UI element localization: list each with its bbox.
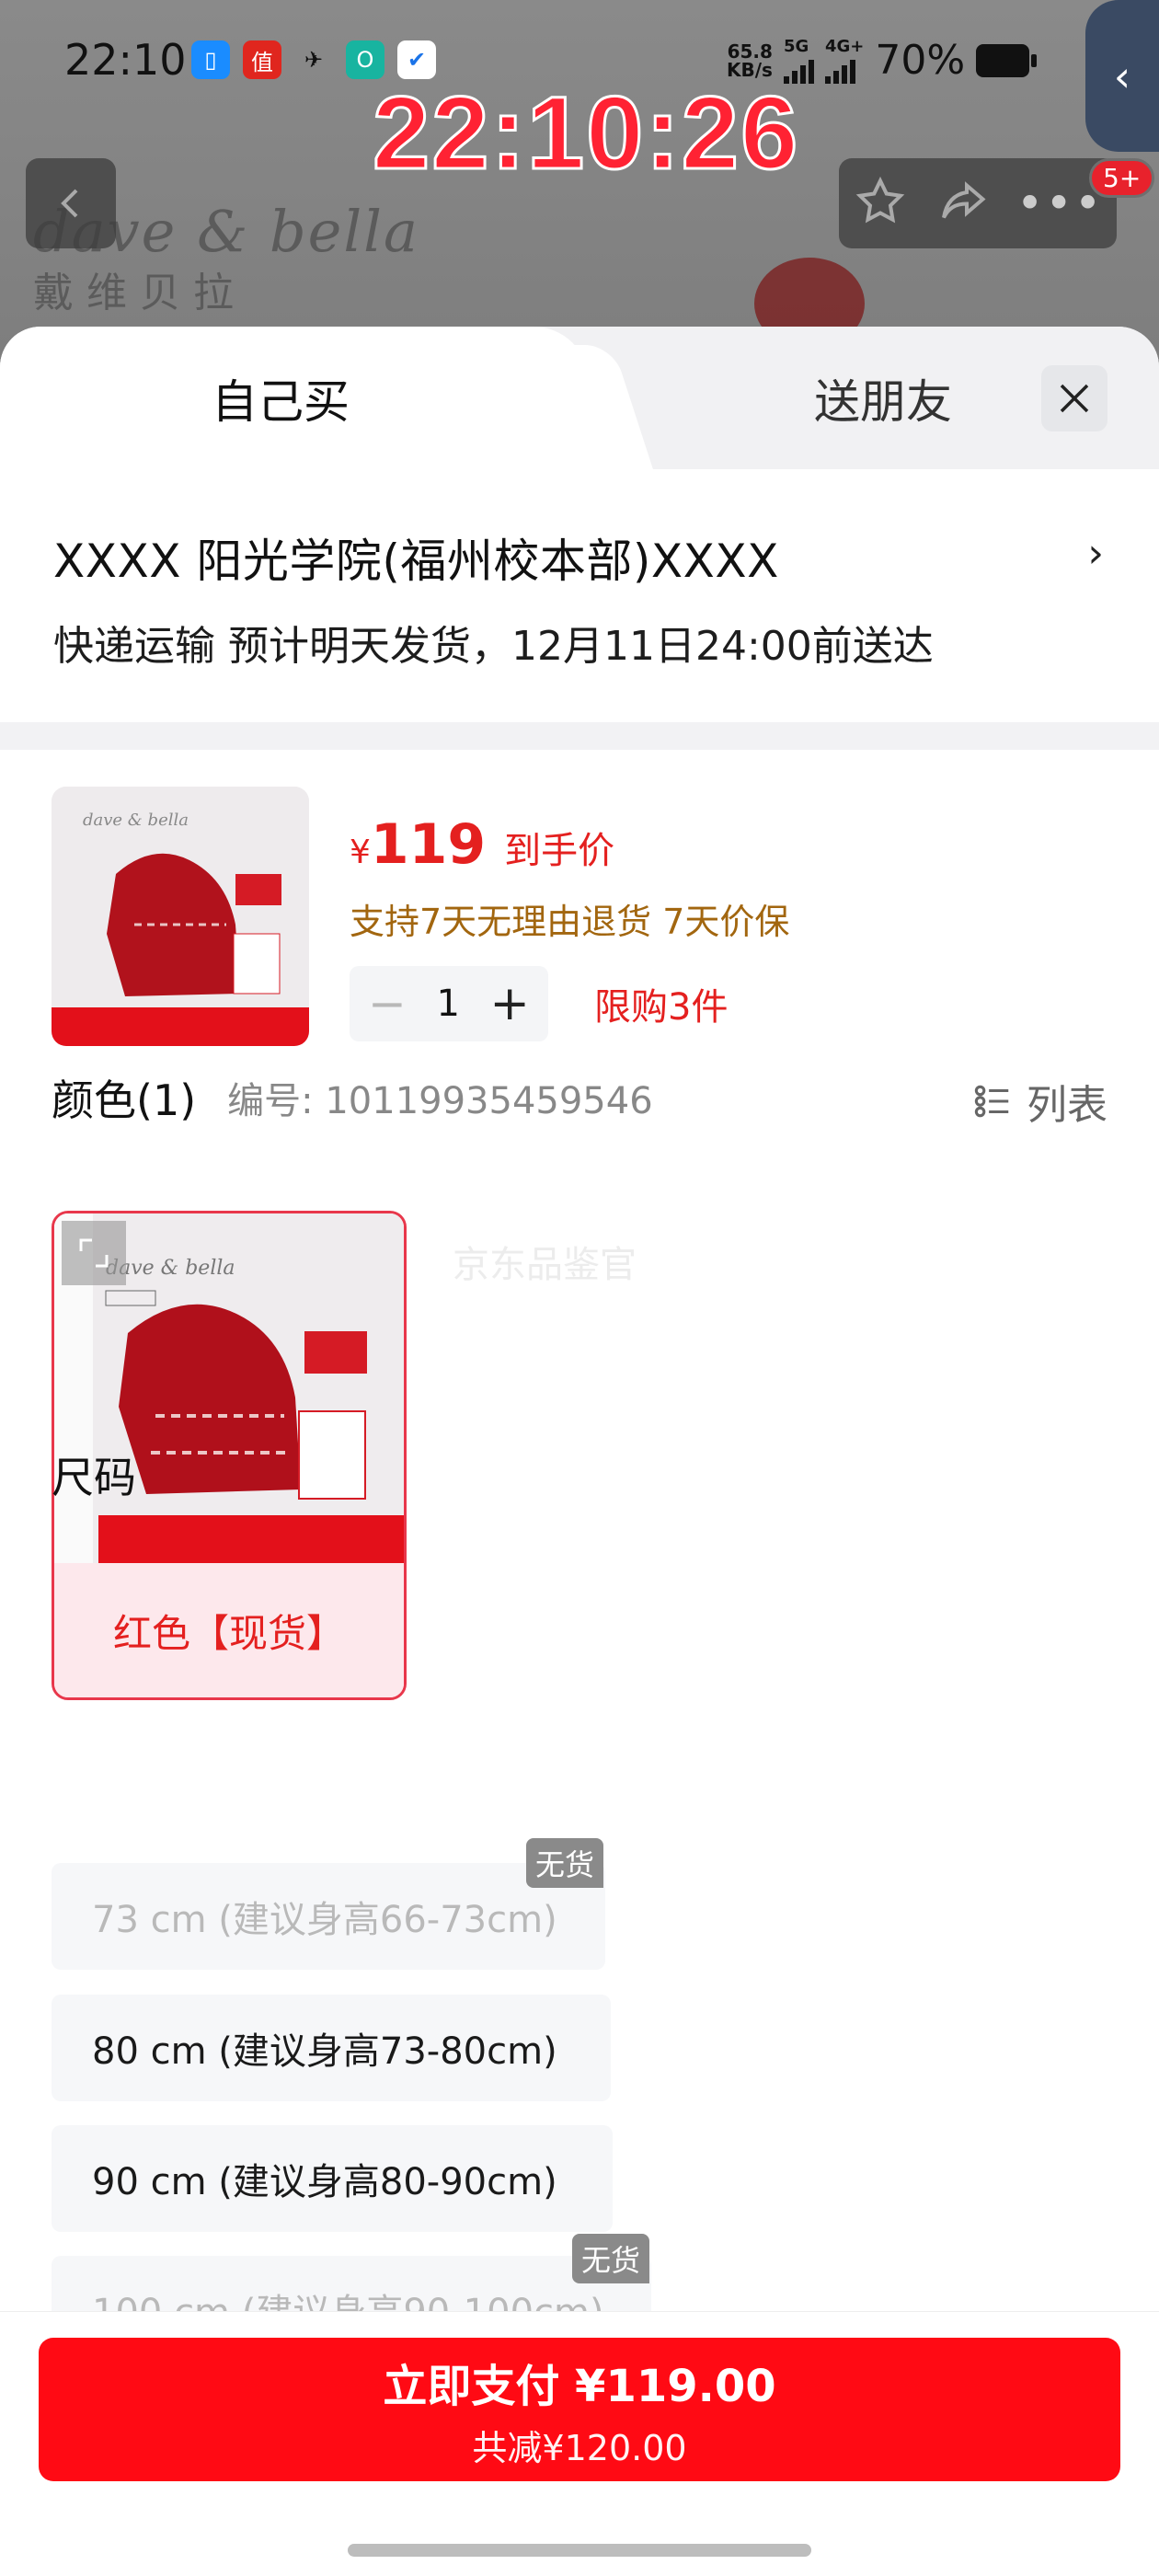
signal-bars-icon: [824, 56, 855, 84]
floating-panel-handle[interactable]: ‹: [1085, 0, 1159, 152]
tab-gift-to-friend-label: 送朋友: [814, 374, 952, 429]
sku-number: 编号: 10119935459546: [227, 1079, 653, 1122]
size-option-90[interactable]: 90 cm (建议身高80-90cm): [52, 2125, 613, 2232]
signal-4g: 4G+: [824, 37, 865, 84]
notification-app-icon: ▯: [191, 40, 230, 79]
size-title: 尺码: [52, 1453, 136, 1502]
battery-icon: [976, 43, 1038, 77]
price-value: 119: [370, 812, 487, 877]
signal-5g-label: 5G: [783, 37, 809, 56]
minus-icon[interactable]: −: [368, 977, 407, 1030]
pay-now-button[interactable]: 立即支付 ¥119.00 共减¥120.00: [39, 2338, 1120, 2481]
size-option-label: 80 cm (建议身高73-80cm): [92, 2030, 557, 2073]
guarantee-text: 支持7天无理由退货 7天价保: [350, 902, 790, 942]
purchase-tabs: 自己买 送朋友: [0, 327, 1159, 469]
watermark-text: 京东品鉴官: [453, 1244, 637, 1286]
status-time: 22:10: [64, 35, 187, 85]
svg-text:dave & bella: dave & bella: [83, 811, 189, 830]
message-count-badge: 5+: [1089, 158, 1155, 198]
size-option-73[interactable]: 73 cm (建议身高66-73cm): [52, 1863, 605, 1970]
close-button[interactable]: [1041, 365, 1107, 431]
out-of-stock-badge: 无货: [526, 1838, 604, 1888]
total-discount: 共减¥120.00: [472, 2427, 687, 2468]
purchase-limit: 限购3件: [594, 986, 729, 1029]
tab-gift-to-friend[interactable]: 送朋友: [699, 327, 1067, 469]
back-arrow-icon: [61, 189, 78, 218]
signal-4g-label: 4G+: [824, 37, 865, 56]
size-option-80[interactable]: 80 cm (建议身高73-80cm): [52, 1995, 611, 2101]
out-of-stock-badge: 无货: [572, 2234, 650, 2283]
tab-buy-for-self-label: 自己买: [212, 374, 350, 429]
purchase-sheet: 自己买 送朋友 XXXX 阳光学院(福州校本部)XXXX › 快递运输 预计明天…: [0, 327, 1159, 2576]
color-title: 颜色(1): [52, 1075, 197, 1125]
color-header: 颜色(1) 编号: 10119935459546 列表: [0, 1026, 1159, 1130]
color-options: dave & bella 红色【现货】 京东品鉴官: [0, 1122, 1159, 1700]
expand-icon[interactable]: [62, 1221, 126, 1285]
net-speed-value: 65.8: [727, 40, 773, 63]
size-option-label: 90 cm (建议身高80-90cm): [92, 2161, 557, 2203]
share-icon[interactable]: [935, 174, 990, 233]
address-text: XXXX 阳光学院(福州校本部)XXXX: [53, 535, 779, 588]
quantity-value[interactable]: 1: [436, 983, 459, 1025]
pay-now-label: 立即支付 ¥119.00: [383, 2360, 776, 2412]
clock-overlay: 22:10:26: [371, 75, 800, 192]
battery-percent: 70%: [875, 37, 966, 84]
list-icon: [974, 1085, 1009, 1118]
chevron-left-icon: ‹: [1113, 51, 1131, 101]
color-option-label: 红色【现货】: [54, 1563, 404, 1697]
chevron-right-icon: ›: [1087, 530, 1104, 577]
home-indicator[interactable]: [348, 2544, 811, 2557]
delivery-address[interactable]: XXXX 阳光学院(福州校本部)XXXX › 快递运输 预计明天发货，12月11…: [0, 469, 1159, 722]
favorite-star-icon[interactable]: [853, 174, 908, 233]
tab-buy-for-self[interactable]: 自己买: [0, 327, 589, 469]
plus-icon[interactable]: +: [489, 976, 530, 1031]
jd-dog-app-icon: ✈: [304, 47, 324, 73]
header-actions: •••: [839, 158, 1117, 248]
zhide-app-icon: 值: [243, 40, 281, 79]
price-tag: 到手价: [504, 830, 615, 872]
brand-name-cn: 戴维贝拉: [33, 270, 247, 316]
bottom-pay-bar: 立即支付 ¥119.00 共减¥120.00: [0, 2311, 1159, 2576]
product-summary: dave & bella ¥ 119 到手价 支持7天无理由退货 7天价保 − …: [0, 750, 1159, 1046]
price-area: ¥ 119 到手价 支持7天无理由退货 7天价保 − 1 + 限购3件: [350, 812, 789, 1041]
close-icon: [1060, 384, 1089, 413]
size-option-label: 73 cm (建议身高66-73cm): [92, 1899, 557, 1941]
section-divider: [0, 722, 1159, 750]
shipping-estimate: 快递运输 预计明天发货，12月11日24:00前送达: [53, 623, 934, 670]
product-thumbnail-image: dave & bella: [52, 787, 309, 1046]
back-button[interactable]: [26, 158, 116, 248]
price: ¥ 119 到手价: [350, 812, 789, 877]
product-thumbnail[interactable]: dave & bella: [52, 787, 309, 1046]
price-currency: ¥: [350, 834, 371, 871]
